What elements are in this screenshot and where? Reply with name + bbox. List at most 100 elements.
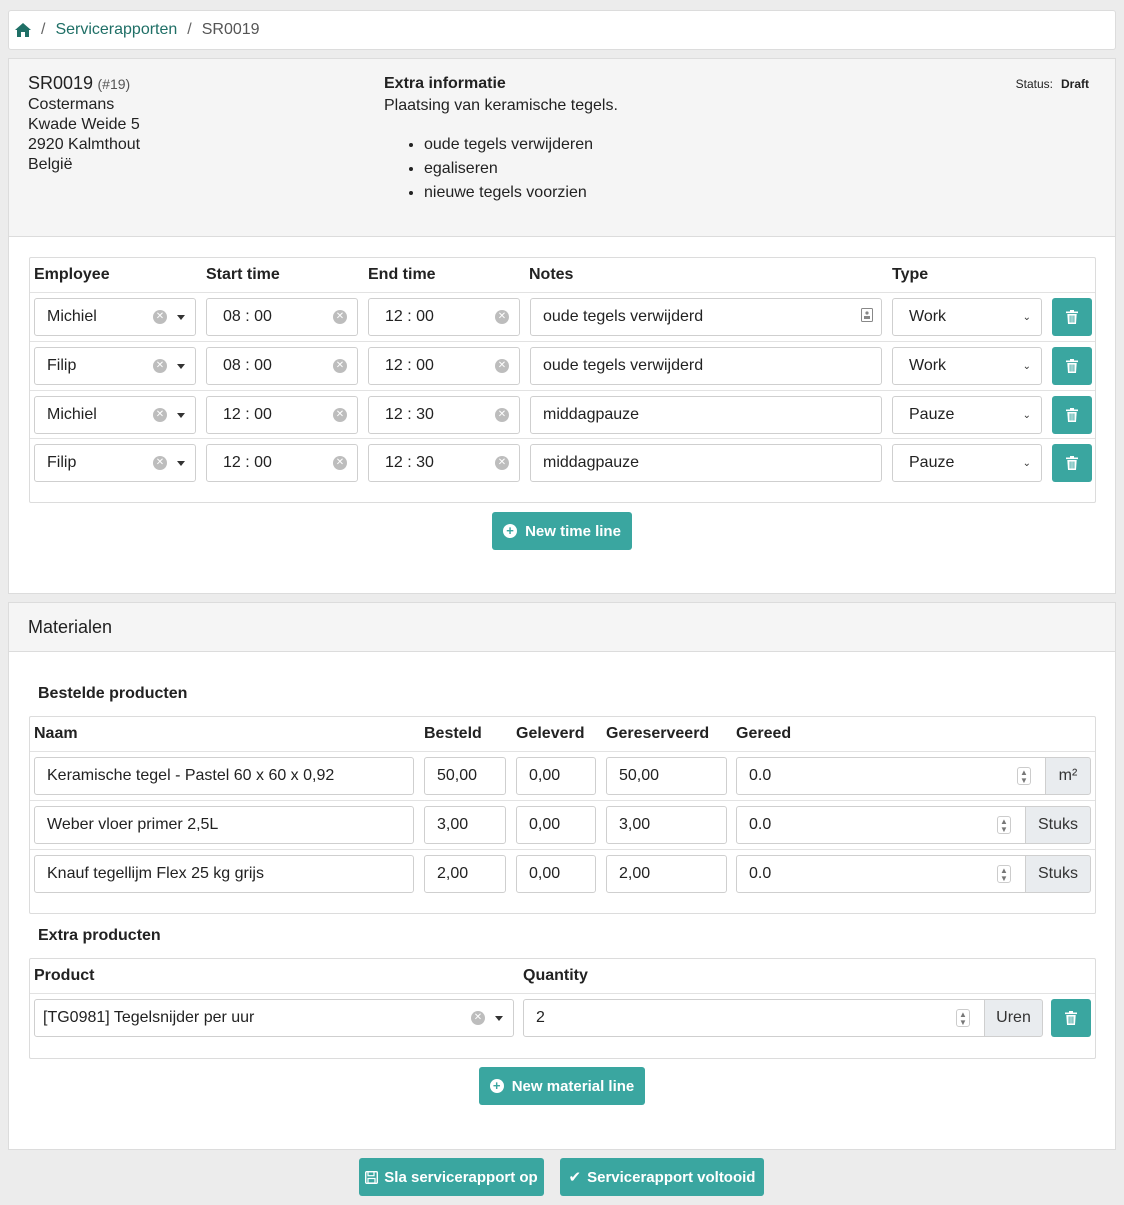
type-select[interactable]: Work ⌄	[892, 347, 1042, 385]
ordered-products-table: Naam Besteld Geleverd Gereserveerd Geree…	[29, 716, 1096, 914]
col-naam: Naam	[34, 725, 78, 742]
employee-value: Filip	[47, 357, 77, 374]
delete-button[interactable]	[1052, 298, 1092, 336]
done-quantity-input[interactable]: 0.0 ▲ ▼	[736, 806, 1026, 844]
start-time-input[interactable]: 08 : 00 ✕	[206, 347, 358, 385]
stepper-icon[interactable]: ▲ ▼	[956, 1009, 970, 1027]
clear-icon[interactable]: ✕	[495, 310, 509, 324]
clear-icon[interactable]: ✕	[333, 310, 347, 324]
start-time-input[interactable]: 08 : 00 ✕	[206, 298, 358, 336]
delivered-value: 0,00	[529, 767, 561, 784]
reserved-input[interactable]: 2,00	[606, 855, 727, 893]
delivered-input[interactable]: 0,00	[516, 855, 596, 893]
plus-circle-icon: +	[489, 1079, 504, 1093]
employee-select[interactable]: Michiel ✕	[34, 396, 196, 434]
clear-icon[interactable]: ✕	[153, 408, 167, 422]
reserved-input[interactable]: 50,00	[606, 757, 727, 795]
notes-input[interactable]: oude tegels verwijderd	[530, 298, 882, 336]
col-start-time: Start time	[206, 266, 280, 283]
reserved-value: 2,00	[619, 865, 651, 882]
product-name-input[interactable]: Knauf tegellijm Flex 25 kg grijs	[34, 855, 414, 893]
clear-icon[interactable]: ✕	[333, 408, 347, 422]
product-name-value: Weber vloer primer 2,5L	[47, 816, 219, 833]
end-time-input[interactable]: 12 : 30 ✕	[368, 444, 520, 482]
reserved-input[interactable]: 3,00	[606, 806, 727, 844]
delivered-input[interactable]: 0,00	[516, 757, 596, 795]
employee-select[interactable]: Filip ✕	[34, 347, 196, 385]
delete-button[interactable]	[1052, 396, 1092, 434]
unit-addon: Uren	[984, 999, 1043, 1037]
delete-button[interactable]	[1052, 347, 1092, 385]
complete-report-label: Servicerapport voltooid	[587, 1168, 756, 1186]
breadcrumb-link-servicerapporten[interactable]: Servicerapporten	[55, 21, 177, 39]
notes-input[interactable]: middagpauze	[530, 444, 882, 482]
complete-report-button[interactable]: ✔ Servicerapport voltooid	[560, 1158, 764, 1196]
ordered-input[interactable]: 3,00	[424, 806, 506, 844]
ordered-value: 3,00	[437, 816, 469, 833]
ordered-input[interactable]: 50,00	[424, 757, 506, 795]
table-row: Filip ✕ 08 : 00 ✕ 12 : 00 ✕ oude tegels ver…	[30, 341, 1095, 390]
clear-icon[interactable]: ✕	[495, 359, 509, 373]
done-quantity-input[interactable]: 0.0 ▲ ▼	[736, 855, 1026, 893]
clear-icon[interactable]: ✕	[495, 456, 509, 470]
address-line: Kwade Weide 5	[28, 116, 140, 133]
extra-products-title: Extra producten	[38, 927, 161, 944]
product-name-input[interactable]: Keramische tegel - Pastel 60 x 60 x 0,92	[34, 757, 414, 795]
table-row: [TG0981] Tegelsnijder per uur ✕ 2 ▲ ▼ Uren	[30, 993, 1095, 1042]
type-select[interactable]: Pauze ⌄	[892, 396, 1042, 434]
done-quantity-input[interactable]: 0.0 ▲ ▼	[736, 757, 1046, 795]
col-besteld: Besteld	[424, 725, 482, 742]
home-icon[interactable]	[15, 23, 31, 37]
list-item: egaliseren	[424, 157, 618, 181]
extra-info-text: Plaatsing van keramische tegels.	[384, 97, 618, 114]
clear-icon[interactable]: ✕	[333, 456, 347, 470]
save-report-button[interactable]: Sla servicerapport op	[359, 1158, 544, 1196]
end-time-input[interactable]: 12 : 30 ✕	[368, 396, 520, 434]
stepper-icon[interactable]: ▲ ▼	[997, 865, 1011, 883]
product-select[interactable]: [TG0981] Tegelsnijder per uur ✕	[34, 999, 514, 1037]
employee-value: Michiel	[47, 406, 97, 423]
report-header: SR0019 (#19) Costermans Kwade Weide 5 29…	[9, 59, 1115, 237]
type-select[interactable]: Pauze ⌄	[892, 444, 1042, 482]
col-gereed: Gereed	[736, 725, 792, 742]
type-select[interactable]: Work ⌄	[892, 298, 1042, 336]
product-name-value: Keramische tegel - Pastel 60 x 60 x 0,92	[47, 767, 335, 784]
employee-value: Filip	[47, 454, 77, 471]
start-time-input[interactable]: 12 : 00 ✕	[206, 444, 358, 482]
notes-value: oude tegels verwijderd	[543, 308, 704, 325]
quantity-stepper[interactable]: 2 ▲ ▼	[523, 999, 985, 1037]
delete-button[interactable]	[1052, 444, 1092, 482]
product-name-input[interactable]: Weber vloer primer 2,5L	[34, 806, 414, 844]
clear-icon[interactable]: ✕	[153, 310, 167, 324]
delete-button[interactable]	[1051, 999, 1091, 1037]
delivered-input[interactable]: 0,00	[516, 806, 596, 844]
end-time-input[interactable]: 12 : 00 ✕	[368, 347, 520, 385]
ordered-input[interactable]: 2,00	[424, 855, 506, 893]
notes-input[interactable]: oude tegels verwijderd	[530, 347, 882, 385]
list-item: nieuwe tegels voorzien	[424, 181, 618, 205]
start-time-input[interactable]: 12 : 00 ✕	[206, 396, 358, 434]
clear-icon[interactable]: ✕	[471, 1011, 485, 1025]
notes-value: middagpauze	[543, 454, 640, 471]
end-time-value: 12 : 00	[385, 357, 434, 374]
stepper-icon[interactable]: ▲ ▼	[997, 816, 1011, 834]
extra-info: Extra informatie Plaatsing van keramisch…	[384, 75, 618, 205]
product-value: [TG0981] Tegelsnijder per uur	[43, 1009, 255, 1026]
notes-input[interactable]: middagpauze	[530, 396, 882, 434]
breadcrumb: / Servicerapporten / SR0019	[8, 10, 1116, 50]
clear-icon[interactable]: ✕	[153, 456, 167, 470]
clear-icon[interactable]: ✕	[495, 408, 509, 422]
employee-select[interactable]: Filip ✕	[34, 444, 196, 482]
table-row: Michiel ✕ 08 : 00 ✕ 12 : 00 ✕ oude tegels v…	[30, 292, 1095, 341]
quantity-value: 2	[536, 1009, 545, 1026]
clear-icon[interactable]: ✕	[153, 359, 167, 373]
new-material-line-button[interactable]: + New material line	[479, 1067, 645, 1105]
new-time-line-button[interactable]: + New time line	[492, 512, 632, 550]
end-time-input[interactable]: 12 : 00 ✕	[368, 298, 520, 336]
end-time-value: 12 : 00	[385, 308, 434, 325]
employee-select[interactable]: Michiel ✕	[34, 298, 196, 336]
contact-card-icon	[861, 307, 873, 327]
clear-icon[interactable]: ✕	[333, 359, 347, 373]
trash-icon	[1066, 408, 1078, 422]
stepper-icon[interactable]: ▲ ▼	[1017, 767, 1031, 785]
